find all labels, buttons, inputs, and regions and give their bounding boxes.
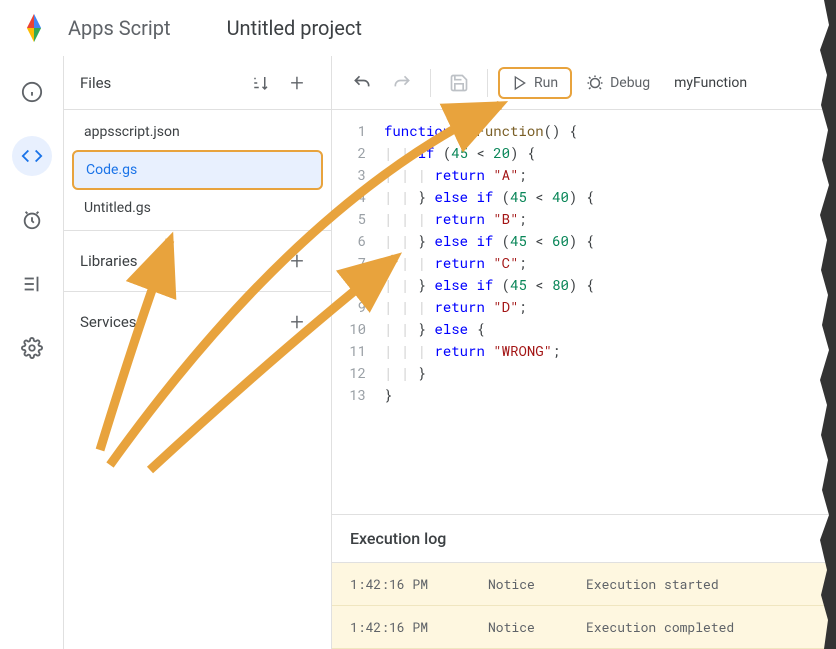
add-file-icon[interactable]: +	[279, 65, 315, 101]
log-msg: Execution started	[586, 575, 719, 593]
files-header: Files +	[64, 56, 331, 110]
file-list: appsscript.json Code.gs Untitled.gs	[64, 110, 331, 230]
log-msg: Execution completed	[586, 618, 734, 636]
apps-script-logo	[16, 10, 52, 46]
undo-icon[interactable]	[344, 65, 380, 101]
sort-icon[interactable]	[243, 65, 279, 101]
log-row: 1:42:16 PM Notice Execution completed	[332, 606, 836, 649]
file-code-gs[interactable]: Code.gs	[72, 150, 323, 190]
separator	[430, 69, 431, 97]
log-header: Execution log	[332, 515, 836, 563]
main-content: Files + appsscript.json Code.gs Untitled…	[0, 56, 836, 649]
function-selector[interactable]: myFunction	[664, 69, 757, 97]
triggers-icon[interactable]	[12, 200, 52, 240]
log-level: Notice	[488, 575, 558, 593]
save-icon[interactable]	[441, 65, 477, 101]
add-service-icon[interactable]: +	[279, 304, 315, 340]
file-untitled-gs[interactable]: Untitled.gs	[72, 190, 323, 226]
code-content[interactable]: function myFunction() {| | if (45 < 20) …	[376, 110, 836, 514]
header: Apps Script Untitled project	[0, 0, 836, 56]
redo-icon[interactable]	[384, 65, 420, 101]
project-title[interactable]: Untitled project	[227, 16, 362, 40]
libraries-label: Libraries	[80, 252, 279, 270]
files-label: Files	[80, 74, 243, 92]
services-section[interactable]: Services +	[64, 291, 331, 352]
settings-icon[interactable]	[12, 328, 52, 368]
files-sidebar: Files + appsscript.json Code.gs Untitled…	[64, 56, 332, 649]
separator	[487, 69, 488, 97]
debug-label: Debug	[610, 75, 650, 91]
file-appsscript-json[interactable]: appsscript.json	[72, 114, 323, 150]
editor-toolbar: Run Debug myFunction	[332, 56, 836, 110]
line-gutter: 12345678910111213	[332, 110, 376, 514]
editor-icon[interactable]	[12, 136, 52, 176]
services-label: Services	[80, 313, 279, 331]
code-editor[interactable]: 12345678910111213 function myFunction() …	[332, 110, 836, 514]
app-name: Apps Script	[68, 16, 171, 40]
executions-icon[interactable]	[12, 264, 52, 304]
log-time: 1:42:16 PM	[350, 575, 460, 593]
left-rail	[0, 56, 64, 649]
run-button[interactable]: Run	[498, 67, 572, 99]
log-row: 1:42:16 PM Notice Execution started	[332, 563, 836, 606]
bug-icon	[586, 74, 604, 92]
play-icon	[512, 75, 528, 91]
run-label: Run	[534, 75, 558, 91]
editor-column: Run Debug myFunction 12345678910111213 f…	[332, 56, 836, 649]
add-library-icon[interactable]: +	[279, 243, 315, 279]
debug-button[interactable]: Debug	[576, 68, 660, 98]
log-time: 1:42:16 PM	[350, 618, 460, 636]
libraries-section[interactable]: Libraries +	[64, 230, 331, 291]
overview-icon[interactable]	[12, 72, 52, 112]
log-level: Notice	[488, 618, 558, 636]
execution-log-panel: Execution log 1:42:16 PM Notice Executio…	[332, 514, 836, 649]
